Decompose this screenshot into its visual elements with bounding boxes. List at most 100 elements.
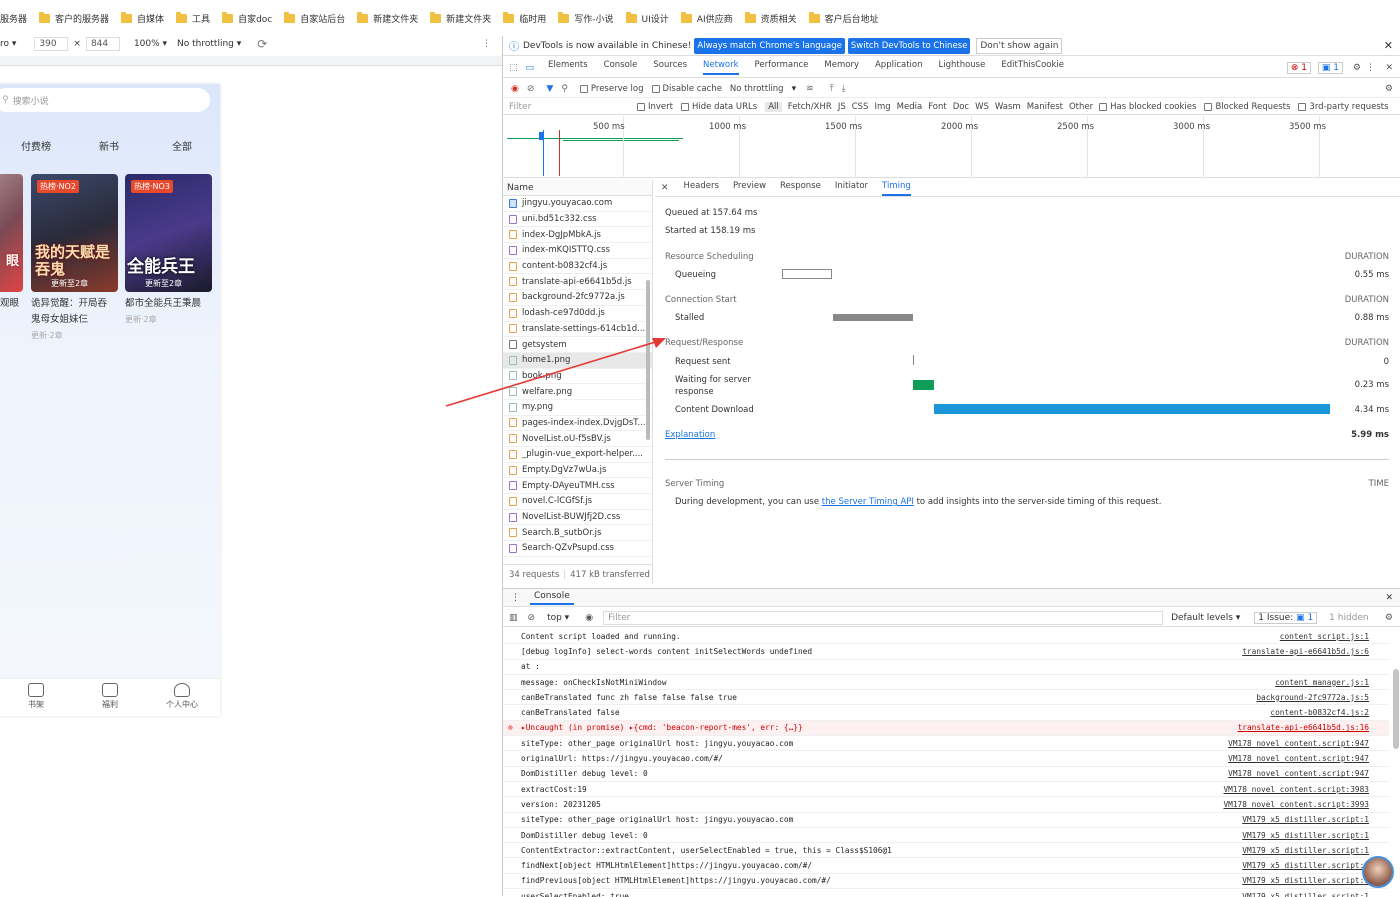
- record-icon[interactable]: ◉: [511, 84, 519, 94]
- request-row[interactable]: Empty-DAyeuTMH.css: [503, 478, 652, 495]
- network-settings-icon[interactable]: ⚙: [1385, 84, 1393, 94]
- close-drawer-icon[interactable]: ✕: [1385, 593, 1393, 603]
- bookmark-item[interactable]: 客户后台地址: [808, 11, 879, 25]
- dont-show-button[interactable]: Don't show again: [976, 37, 1063, 54]
- type-filter-media[interactable]: Media: [897, 102, 923, 112]
- bookmark-item[interactable]: 临时用: [503, 11, 546, 25]
- book-title[interactable]: 诡异觉醒：开局吞: [31, 296, 107, 312]
- invert-checkbox[interactable]: [637, 102, 645, 111]
- bookmark-item[interactable]: 客户的服务器: [39, 11, 109, 25]
- tab-console[interactable]: Console: [530, 591, 574, 605]
- context-select[interactable]: top ▾: [547, 613, 569, 623]
- console-filter-input[interactable]: Filter: [603, 610, 1164, 625]
- nav-welfare[interactable]: 福利: [90, 683, 130, 710]
- console-source-link[interactable]: VM179 x5_distiller.script:1: [1238, 845, 1369, 855]
- bookmark-item[interactable]: UI设计: [625, 11, 669, 25]
- console-scrollbar[interactable]: [1393, 669, 1399, 749]
- log-levels-select[interactable]: Default levels ▾: [1171, 613, 1240, 623]
- console-source-link[interactable]: VM179 x5_distiller.script:1: [1238, 830, 1369, 840]
- type-filter-other[interactable]: Other: [1069, 102, 1093, 112]
- sidebar-toggle-icon[interactable]: ▥: [509, 613, 518, 623]
- book-cover[interactable]: 热榜·NO2 我的天赋是吞鬼 更新至2章: [31, 174, 118, 292]
- console-source-link[interactable]: content_manager.js:1: [1271, 677, 1369, 687]
- upload-icon[interactable]: ⤒: [830, 84, 834, 94]
- clear-console-icon[interactable]: ⊘: [528, 613, 536, 623]
- close-devtools-icon[interactable]: ✕: [1385, 63, 1393, 73]
- request-row[interactable]: index-DgJpMbkA.js: [503, 227, 652, 244]
- tab-lighthouse[interactable]: Lighthouse: [938, 60, 985, 75]
- detail-tab-timing[interactable]: Timing: [882, 181, 911, 196]
- inspect-icon[interactable]: ⬚: [509, 63, 518, 73]
- type-filter-wasm[interactable]: Wasm: [995, 102, 1021, 112]
- console-source-link[interactable]: VM179 x5_distiller.script:1: [1238, 815, 1369, 825]
- tab-console[interactable]: Console: [604, 60, 638, 75]
- bookmark-item[interactable]: 服务器: [0, 12, 27, 25]
- search-input[interactable]: ⚲ 搜索小说: [0, 88, 210, 112]
- zoom-select[interactable]: 100% ▾: [134, 39, 167, 49]
- bookmark-item[interactable]: 新建文件夹: [357, 11, 418, 25]
- tab-performance[interactable]: Performance: [755, 60, 809, 75]
- book-title[interactable]: 都市全能兵王秉晨: [125, 296, 201, 312]
- close-icon[interactable]: ✕: [1384, 39, 1393, 52]
- type-filter-fetch-xhr[interactable]: Fetch/XHR: [788, 102, 832, 112]
- network-overview[interactable]: 500 ms 1000 ms 1500 ms 2000 ms 2500 ms 3000 m…: [503, 116, 1400, 178]
- detail-tab-preview[interactable]: Preview: [733, 181, 766, 196]
- book-title[interactable]: 观眼: [0, 296, 19, 312]
- server-timing-link[interactable]: the Server Timing API: [822, 497, 914, 507]
- type-filter-all[interactable]: All: [765, 101, 782, 112]
- drawer-menu-icon[interactable]: ⋮: [511, 593, 520, 603]
- request-row[interactable]: jingyu.youyacao.com: [503, 196, 652, 212]
- tab-editthiscookie[interactable]: EditThisCookie: [1001, 60, 1064, 75]
- bookmark-item[interactable]: 自媒体: [121, 11, 164, 25]
- console-source-link[interactable]: VM178 novel_content.script:947: [1224, 738, 1369, 748]
- blocked-cookies-checkbox[interactable]: [1099, 102, 1108, 111]
- book-cover[interactable]: 热榜·NO3 全能兵王 更新至2章: [125, 174, 212, 292]
- console-source-link[interactable]: VM179 x5_distiller.script:1: [1238, 891, 1369, 897]
- console-source-link[interactable]: VM178 novel_content.script:947: [1224, 769, 1369, 779]
- book-cover-partial[interactable]: 眼: [0, 174, 23, 292]
- type-filter-ws[interactable]: WS: [975, 102, 989, 112]
- request-row[interactable]: uni.bd51c332.css: [503, 212, 652, 228]
- device-icon[interactable]: ▭: [526, 63, 535, 73]
- nav-profile[interactable]: 个人中心: [162, 683, 202, 710]
- rotate-icon[interactable]: ⟳: [257, 37, 267, 51]
- detail-tab-initiator[interactable]: Initiator: [835, 181, 868, 196]
- request-row[interactable]: index-mKQISTTQ.css: [503, 243, 652, 259]
- tab-application[interactable]: Application: [875, 60, 923, 75]
- console-source-link[interactable]: translate-api-e6641b5d.js:6: [1238, 646, 1369, 656]
- type-filter-doc[interactable]: Doc: [953, 102, 969, 112]
- detail-tab-response[interactable]: Response: [780, 181, 821, 196]
- eye-icon[interactable]: ◉: [585, 613, 593, 623]
- preserve-log-checkbox[interactable]: [579, 84, 588, 93]
- request-row[interactable]: NovelList.oU-f5sBV.js: [503, 431, 652, 447]
- bookmark-item[interactable]: 工具: [176, 11, 210, 25]
- name-header[interactable]: Name: [503, 180, 652, 196]
- bookmark-item[interactable]: 写作-小说: [558, 11, 614, 25]
- width-input[interactable]: 390: [34, 37, 69, 51]
- clear-icon[interactable]: ⊘: [527, 84, 535, 94]
- more-icon[interactable]: ⋮: [1366, 63, 1375, 73]
- type-filter-img[interactable]: Img: [874, 102, 890, 112]
- tab-memory[interactable]: Memory: [824, 60, 859, 75]
- console-source-link[interactable]: VM179 x5_distiller.script:1: [1238, 861, 1369, 871]
- issue-badge[interactable]: ▣ 1: [1317, 61, 1343, 74]
- tab-elements[interactable]: Elements: [548, 60, 588, 75]
- chevron-down-icon[interactable]: ▾: [792, 84, 797, 94]
- more-icon[interactable]: ⋮: [482, 39, 491, 49]
- settings-icon[interactable]: ⚙: [1353, 63, 1361, 73]
- console-source-link[interactable]: translate-api-e6641b5d.js:16: [1233, 723, 1369, 733]
- request-row[interactable]: novel.C-lCGfSf.js: [503, 494, 652, 510]
- error-badge[interactable]: ⊗ 1: [1286, 61, 1311, 74]
- request-row[interactable]: translate-api-e6641b5d.js: [503, 274, 652, 291]
- request-row[interactable]: pages-index-index.DvjgDsT...: [503, 416, 652, 432]
- console-settings-icon[interactable]: ⚙: [1385, 613, 1393, 623]
- request-row[interactable]: lodash-ce97d0dd.js: [503, 306, 652, 322]
- console-source-link[interactable]: background-2fc9772a.js:5: [1252, 692, 1369, 702]
- tab-network[interactable]: Network: [703, 60, 739, 75]
- detail-tab-headers[interactable]: Headers: [684, 181, 719, 196]
- blocked-requests-checkbox[interactable]: [1204, 102, 1213, 111]
- request-row[interactable]: NovelList-BUWJfj2D.css: [503, 510, 652, 526]
- height-input[interactable]: 844: [85, 37, 120, 51]
- match-language-button[interactable]: Always match Chrome's language: [694, 37, 845, 54]
- request-row[interactable]: Search.B_sutbOr.js: [503, 525, 652, 542]
